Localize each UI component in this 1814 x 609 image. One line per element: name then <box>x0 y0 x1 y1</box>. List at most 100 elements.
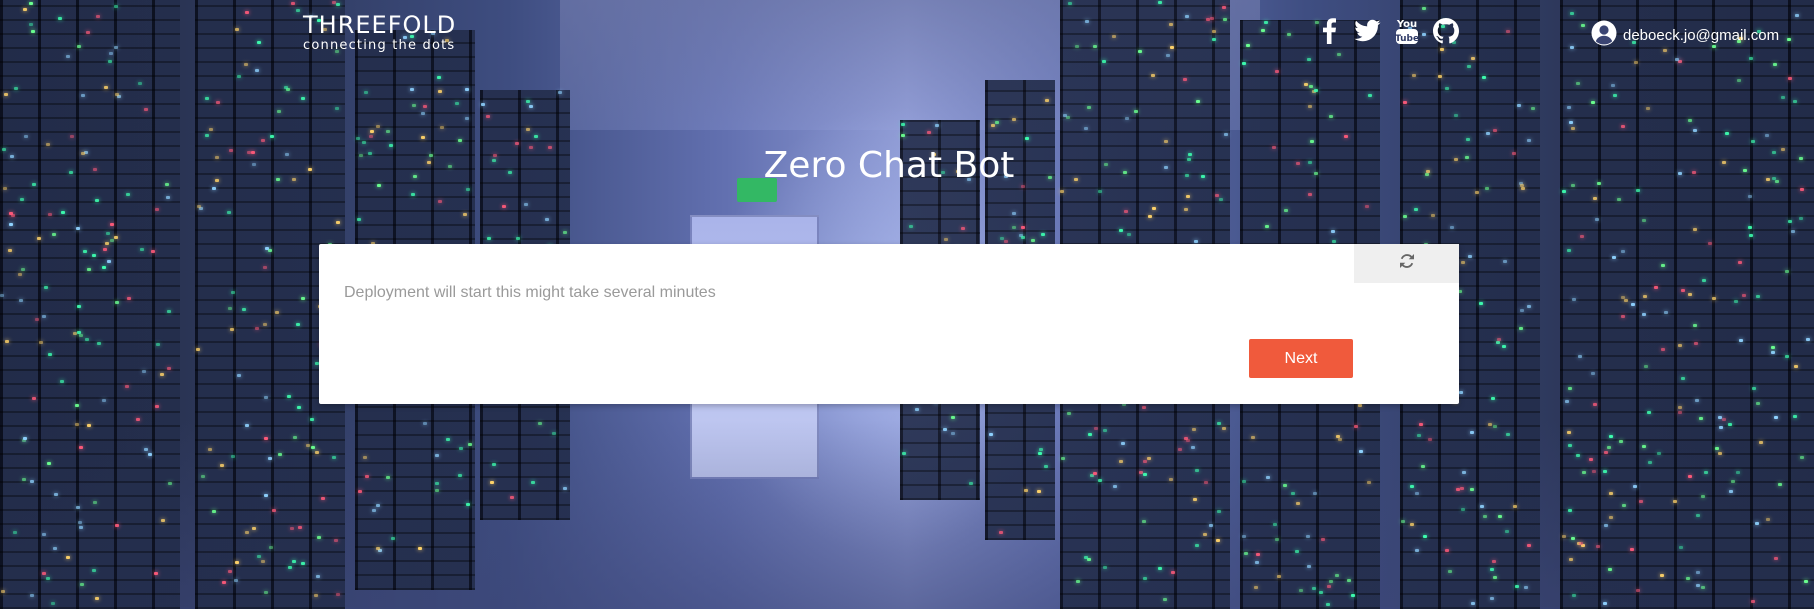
server-led <box>161 518 166 522</box>
server-led <box>21 267 25 271</box>
server-led <box>1527 138 1532 142</box>
server-led <box>74 422 79 426</box>
server-led <box>1438 74 1443 78</box>
server-led <box>127 296 132 300</box>
next-button[interactable]: Next <box>1249 339 1353 378</box>
server-led <box>902 451 907 455</box>
server-led <box>999 530 1004 534</box>
server-led <box>1420 464 1425 468</box>
server-led <box>1792 414 1797 418</box>
server-led <box>1572 297 1577 301</box>
server-led <box>1308 105 1313 109</box>
server-led <box>154 405 159 409</box>
server-led <box>1728 422 1733 426</box>
server-led <box>1619 439 1624 443</box>
server-led <box>1326 585 1331 589</box>
youtube-icon[interactable]: You Tube <box>1393 16 1420 46</box>
server-led <box>335 593 340 597</box>
server-led <box>439 125 444 129</box>
server-led <box>951 431 956 435</box>
server-led <box>79 583 84 587</box>
twitter-icon[interactable] <box>1354 16 1381 46</box>
server-led <box>463 212 468 216</box>
server-led <box>1044 98 1049 102</box>
server-led <box>412 104 417 108</box>
server-led <box>1313 89 1318 93</box>
server-led <box>21 478 26 482</box>
server-led <box>252 527 257 531</box>
github-icon[interactable] <box>1432 16 1459 46</box>
server-led <box>951 415 956 419</box>
user-menu[interactable]: deboeck.jo@gmail.com <box>1591 20 1779 50</box>
server-led <box>1060 189 1065 193</box>
facebook-icon[interactable] <box>1315 16 1342 46</box>
server-led <box>1243 552 1248 556</box>
server-led <box>1084 20 1089 24</box>
server-led <box>1415 491 1420 495</box>
server-led <box>1162 597 1167 601</box>
server-led <box>1659 573 1664 577</box>
server-led <box>1616 198 1621 202</box>
server-led <box>1792 100 1797 104</box>
server-led <box>375 124 380 128</box>
server-led <box>1660 347 1665 351</box>
server-led <box>1707 242 1712 246</box>
server-led <box>935 123 940 127</box>
server-led <box>1630 303 1635 307</box>
server-led <box>1350 594 1355 598</box>
server-led <box>1608 567 1613 571</box>
server-led <box>1191 446 1196 450</box>
server-led <box>110 239 115 242</box>
server-led <box>1526 544 1531 548</box>
server-led <box>1632 485 1637 489</box>
server-led <box>1470 488 1475 492</box>
server-led <box>137 82 142 86</box>
server-led <box>102 247 107 251</box>
server-led <box>1737 260 1742 264</box>
server-led <box>242 307 247 311</box>
server-led <box>1336 53 1341 57</box>
server-led <box>1483 514 1488 518</box>
server-led <box>9 222 13 226</box>
server-led <box>219 464 224 468</box>
server-led <box>263 437 268 441</box>
server-led <box>1111 35 1116 39</box>
server-led <box>235 28 240 32</box>
server-led <box>1674 58 1679 62</box>
server-led <box>1418 423 1423 427</box>
server-led <box>1749 56 1754 60</box>
server-led <box>1147 456 1152 460</box>
server-led <box>208 128 213 132</box>
server-led <box>1771 346 1776 350</box>
threefold-logo[interactable]: THREEFOLD connecting the dots <box>303 12 456 54</box>
server-led <box>1318 591 1323 595</box>
server-led <box>76 505 81 509</box>
server-led <box>1516 104 1521 108</box>
server-led <box>263 590 268 594</box>
server-led <box>41 533 46 537</box>
server-led <box>1806 338 1811 342</box>
server-led <box>1495 341 1500 345</box>
server-led <box>1610 84 1615 88</box>
server-led <box>1163 140 1168 144</box>
server-led <box>1569 46 1574 50</box>
server-led <box>515 237 520 241</box>
server-led <box>297 525 302 529</box>
server-led <box>1202 533 1207 536</box>
server-led <box>1203 480 1208 484</box>
server-led <box>969 482 973 486</box>
refresh-button[interactable] <box>1354 244 1459 283</box>
server-led <box>1366 480 1371 484</box>
server-led <box>1755 521 1760 525</box>
server-led <box>311 445 316 449</box>
server-led <box>1608 492 1613 496</box>
server-led <box>1700 586 1705 590</box>
server-led <box>1241 479 1246 483</box>
server-led <box>150 249 155 253</box>
logo-title: THREEFOLD <box>303 11 457 39</box>
server-led <box>1759 440 1764 444</box>
server-led <box>1041 232 1046 236</box>
server-led <box>420 136 425 140</box>
server-led <box>1223 132 1228 136</box>
server-led <box>1043 464 1048 468</box>
